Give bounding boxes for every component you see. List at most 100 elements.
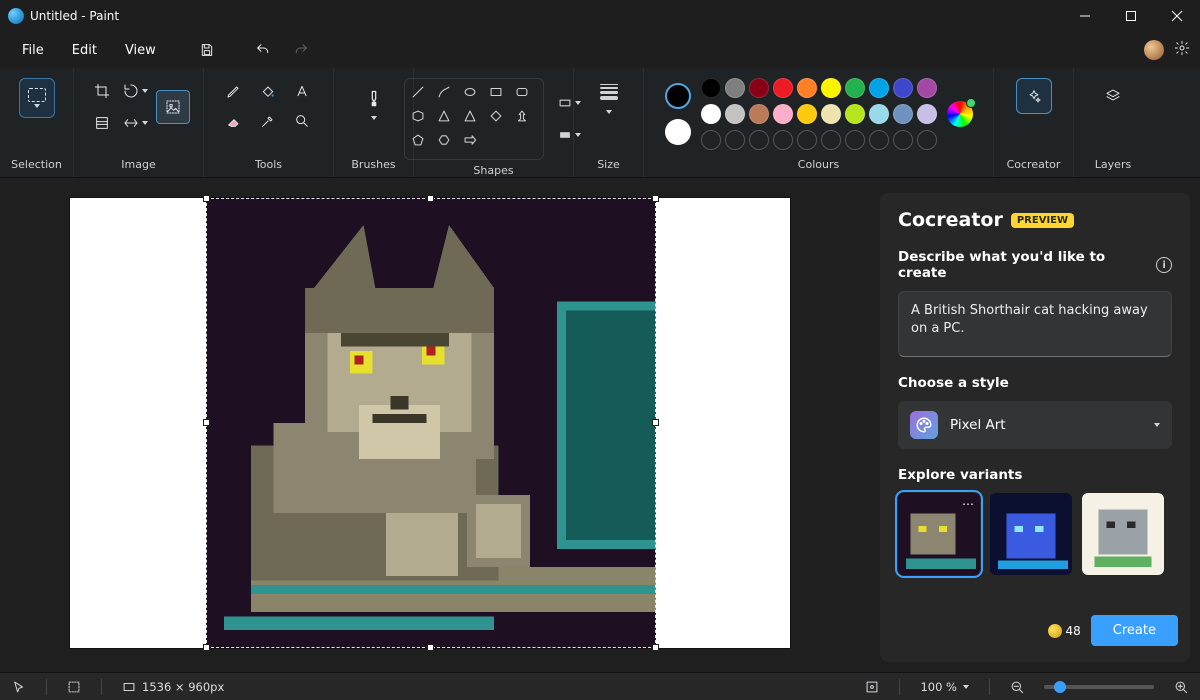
cocreator-panel: Cocreator PREVIEW Describe what you'd li…: [880, 193, 1190, 662]
fit-to-window-button[interactable]: [865, 680, 879, 694]
style-picker[interactable]: Pixel Art: [898, 401, 1172, 449]
resize-button[interactable]: [88, 110, 116, 136]
save-button[interactable]: [190, 36, 224, 64]
swatch[interactable]: [893, 104, 913, 124]
swatch[interactable]: [845, 78, 865, 98]
group-cocreator-label: Cocreator: [1007, 158, 1061, 171]
swatch-empty[interactable]: [701, 130, 721, 150]
palette-row-1: [701, 78, 937, 98]
credits-value: 48: [1066, 624, 1081, 638]
menu-bar: File Edit View: [0, 32, 1200, 68]
swatch[interactable]: [701, 104, 721, 124]
choose-style-label: Choose a style: [898, 375, 1009, 391]
undo-button[interactable]: [246, 36, 280, 64]
eyedropper-tool[interactable]: [254, 108, 282, 134]
variant-menu-icon[interactable]: ⋯: [962, 497, 974, 511]
layers-button[interactable]: [1095, 78, 1131, 114]
info-icon[interactable]: i: [1156, 257, 1172, 273]
style-value: Pixel Art: [950, 417, 1142, 433]
swatch[interactable]: [869, 104, 889, 124]
create-button[interactable]: Create: [1091, 615, 1178, 646]
swatch-empty[interactable]: [869, 130, 889, 150]
brush-picker[interactable]: [359, 78, 389, 128]
swatch-empty[interactable]: [845, 130, 865, 150]
swatch[interactable]: [749, 78, 769, 98]
group-size-label: Size: [597, 158, 620, 171]
secondary-color[interactable]: [665, 119, 691, 145]
variant-1[interactable]: ⋯: [898, 493, 980, 575]
swatch[interactable]: [845, 104, 865, 124]
selection-tool[interactable]: [19, 78, 55, 118]
swatch[interactable]: [917, 104, 937, 124]
swatch-empty[interactable]: [797, 130, 817, 150]
shape-gallery[interactable]: [404, 78, 544, 160]
group-selection-label: Selection: [11, 158, 62, 171]
swatch-empty[interactable]: [917, 130, 937, 150]
menu-view[interactable]: View: [113, 37, 168, 64]
menu-edit[interactable]: Edit: [60, 37, 109, 64]
coin-icon: [1048, 624, 1062, 638]
swatch[interactable]: [797, 78, 817, 98]
swatch-empty[interactable]: [821, 130, 841, 150]
swatch[interactable]: [821, 104, 841, 124]
title-bar: Untitled - Paint: [0, 0, 1200, 32]
flip-button[interactable]: [122, 110, 150, 136]
variant-2[interactable]: [990, 493, 1072, 575]
size-picker[interactable]: [596, 78, 622, 118]
credits-remaining: 48: [1048, 624, 1081, 638]
close-button[interactable]: [1154, 0, 1200, 32]
style-icon: [910, 411, 938, 439]
crop-button[interactable]: [88, 78, 116, 104]
swatch[interactable]: [917, 78, 937, 98]
pencil-tool[interactable]: [220, 78, 248, 104]
text-tool[interactable]: [288, 78, 316, 104]
variant-3[interactable]: [1082, 493, 1164, 575]
swatch[interactable]: [893, 78, 913, 98]
preview-badge: PREVIEW: [1011, 213, 1074, 228]
eraser-tool[interactable]: [220, 108, 248, 134]
zoom-in-button[interactable]: [1174, 680, 1188, 694]
describe-label: Describe what you'd like to create: [898, 249, 1156, 281]
edit-colors-button[interactable]: [947, 101, 973, 127]
swatch[interactable]: [725, 104, 745, 124]
primary-color[interactable]: [665, 83, 691, 109]
fill-tool[interactable]: [254, 78, 282, 104]
zoom-out-button[interactable]: [1010, 680, 1024, 694]
zoom-slider[interactable]: [1044, 685, 1154, 689]
menu-file[interactable]: File: [10, 37, 56, 64]
window-title: Untitled - Paint: [30, 9, 119, 23]
maximize-button[interactable]: [1108, 0, 1154, 32]
remove-background-button[interactable]: [156, 90, 190, 124]
zoom-dropdown[interactable]: [963, 685, 969, 689]
swatch[interactable]: [821, 78, 841, 98]
status-bar: 1536 × 960px 100 %: [0, 672, 1200, 700]
canvas[interactable]: [70, 198, 790, 648]
selection-outline[interactable]: [206, 198, 656, 648]
chevron-down-icon: [1154, 423, 1160, 427]
swatch[interactable]: [773, 78, 793, 98]
swatch[interactable]: [701, 78, 721, 98]
minimize-button[interactable]: [1062, 0, 1108, 32]
group-tools-label: Tools: [255, 158, 282, 171]
swatch[interactable]: [725, 78, 745, 98]
user-avatar[interactable]: [1144, 40, 1164, 60]
swatch[interactable]: [749, 104, 769, 124]
selection-indicator: [67, 680, 81, 694]
group-colours-label: Colours: [798, 158, 839, 171]
settings-button[interactable]: [1174, 40, 1190, 60]
zoom-value: 100 %: [920, 680, 957, 694]
rotate-button[interactable]: [122, 78, 150, 104]
swatch-empty[interactable]: [749, 130, 769, 150]
redo-button[interactable]: [284, 36, 318, 64]
swatch-empty[interactable]: [893, 130, 913, 150]
canvas-area[interactable]: [0, 178, 870, 672]
swatch[interactable]: [797, 104, 817, 124]
swatch[interactable]: [773, 104, 793, 124]
swatch-empty[interactable]: [725, 130, 745, 150]
prompt-input[interactable]: A British Shorthair cat hacking away on …: [898, 291, 1172, 357]
swatch[interactable]: [869, 78, 889, 98]
cocreator-button[interactable]: [1016, 78, 1052, 114]
swatch-empty[interactable]: [773, 130, 793, 150]
magnifier-tool[interactable]: [288, 108, 316, 134]
canvas-size-indicator: 1536 × 960px: [122, 680, 224, 694]
